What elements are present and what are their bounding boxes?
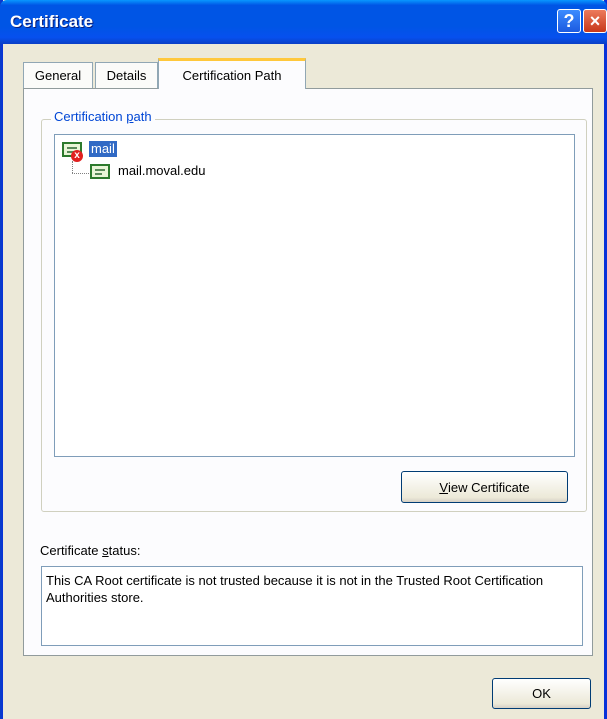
certificate-icon (90, 164, 110, 179)
tab-details[interactable]: Details (95, 62, 158, 88)
certificate-status-text[interactable]: This CA Root certificate is not trusted … (41, 566, 583, 646)
view-certificate-button[interactable]: View Certificate (401, 471, 568, 503)
certificate-dialog: Certificate ? × General Details Certific… (0, 0, 607, 719)
ok-button-label: OK (532, 686, 551, 701)
help-icon: ? (563, 10, 575, 31)
window-title: Certificate (10, 12, 94, 31)
close-button[interactable]: × (583, 9, 607, 33)
certification-path-tree[interactable] (54, 134, 575, 457)
tree-node-mail[interactable]: mail (89, 141, 117, 157)
tab-certification-path-label: Certification Path (182, 67, 282, 83)
tab-general[interactable]: General (23, 62, 93, 88)
certification-path-group-label: Certification path (51, 109, 155, 124)
tab-details-label: Details (106, 68, 147, 83)
tree-node-mail-moval-edu[interactable]: mail.moval.edu (118, 163, 205, 179)
tree-connector-line (72, 173, 89, 174)
tab-certification-path[interactable]: Certification Path (158, 58, 306, 89)
ok-button[interactable]: OK (492, 678, 591, 709)
view-certificate-label: iew Certificate (448, 479, 530, 495)
tree-connector-line (72, 161, 73, 173)
close-icon: × (589, 10, 601, 31)
tab-general-label: General (34, 68, 82, 83)
error-x-icon: x (71, 150, 83, 162)
help-button[interactable]: ? (557, 9, 581, 33)
view-certificate-access-key: V (439, 479, 449, 495)
title-bar[interactable]: Certificate ? × (0, 0, 607, 44)
certificate-status-label: Certificate status: (40, 543, 141, 558)
